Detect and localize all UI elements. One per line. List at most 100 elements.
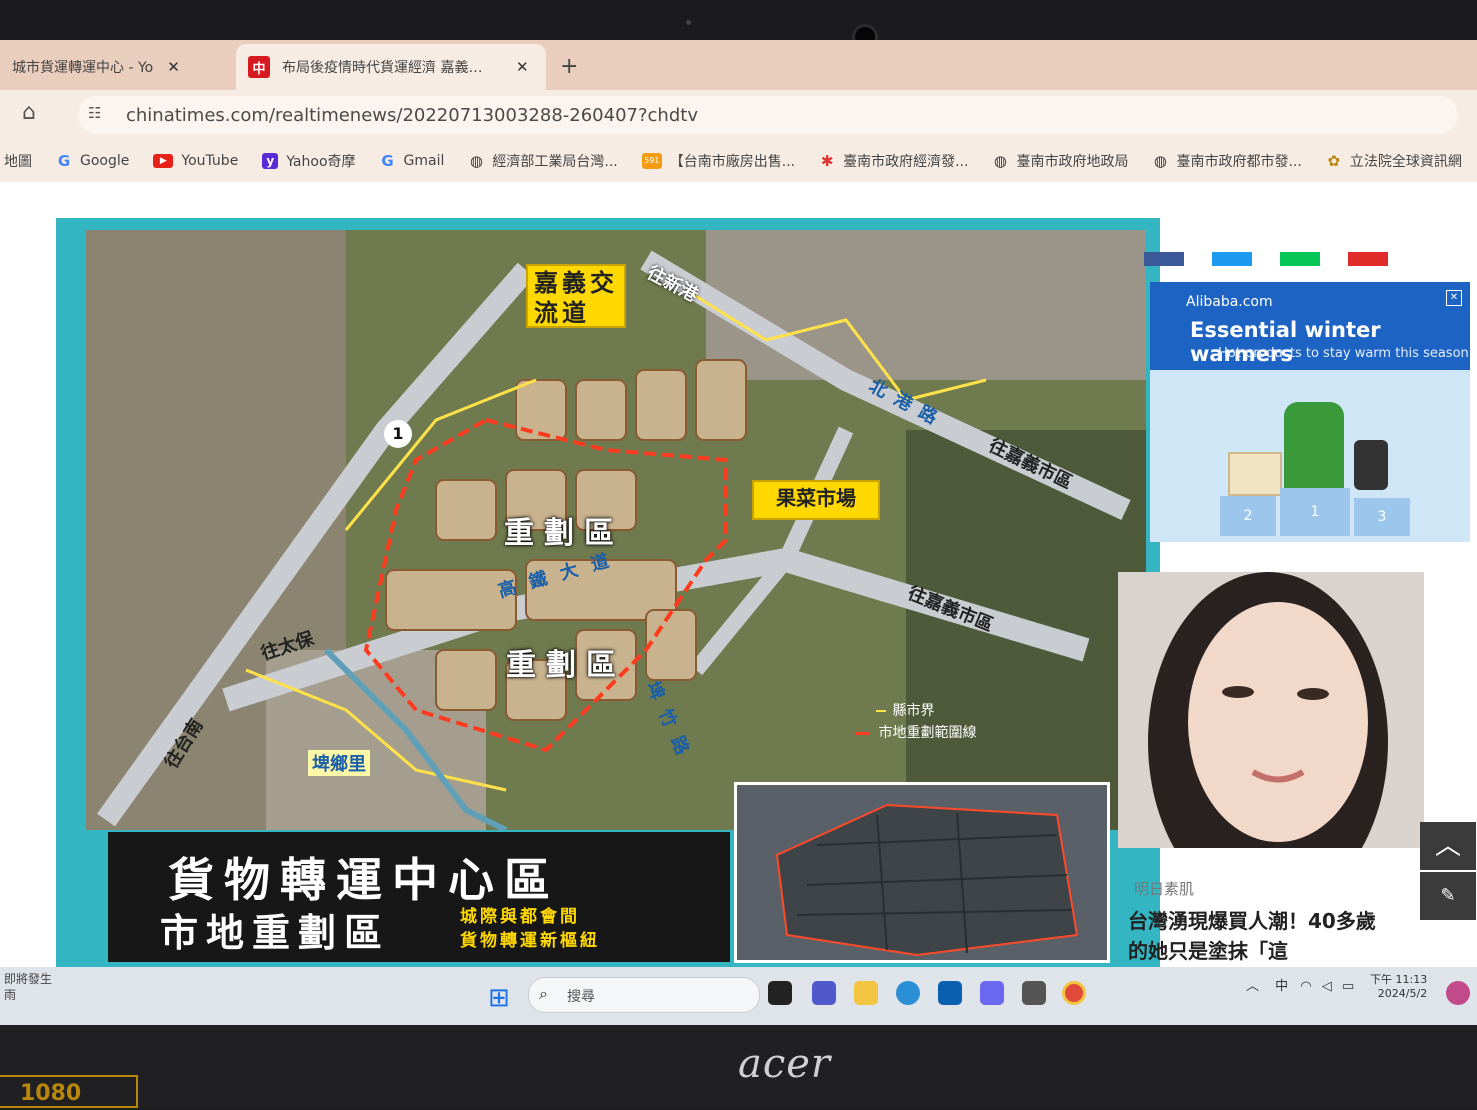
twitter-share-icon[interactable] [1212, 252, 1252, 266]
ad-subtitle: Hot products to stay warm this season [1218, 346, 1469, 361]
windows-taskbar: 即將發生 雨 ⊞ ⌕ 搜尋 ︿ 中 ◠ ◁ ▭ 下午 11:13 2024/5/… [0, 967, 1477, 1025]
bookmark-item[interactable]: G Gmail [380, 153, 445, 169]
bookmark-label: 臺南市政府經濟發... [843, 154, 969, 170]
mail-share-icon[interactable] [1348, 252, 1388, 266]
bookmark-label: 地圖 [4, 154, 32, 170]
legend-swatch-county [876, 710, 886, 712]
ad-header: Alibaba.com Essential winter warmers Hot… [1150, 282, 1470, 370]
chinatimes-favicon-icon: 中 [248, 56, 270, 78]
tab-strip: 城市貨運轉運中心 - Yo ✕ 中 布局後疫情時代貨運經濟 嘉義… ✕ + [0, 40, 1477, 90]
article-page: 嘉義交流道 果菜市場 往新港 北港路 往嘉義市區 往嘉義市區 高鐵大道 往太保 … [0, 182, 1477, 978]
bookmark-label: Gmail [403, 153, 445, 169]
tainan-icon: ✱ [820, 152, 834, 170]
591-icon: 591 [641, 153, 662, 169]
tray-chevron-icon[interactable]: ︿ [1246, 979, 1259, 994]
market-label: 果菜市場 [752, 480, 880, 520]
legend-swatch-redevelopment [856, 731, 870, 735]
figure-subtitle: 市地重劃區 [160, 911, 391, 955]
volume-icon[interactable]: ◁ [1322, 979, 1332, 994]
bookmarks-bar: 地圖 G Google ▶ YouTube y Yahoo奇摩 G Gmail … [0, 140, 1477, 182]
bookmark-item[interactable]: 591 【台南市廠房出售... [641, 151, 795, 171]
system-tray[interactable]: ︿ 中 ◠ ◁ ▭ [1246, 975, 1354, 994]
file-explorer-icon[interactable] [854, 981, 878, 1005]
bookmark-item[interactable]: ◍ 經濟部工業局台灣... [468, 151, 618, 171]
bookmark-item[interactable]: ✿ 立法院全球資訊網 [1326, 151, 1462, 171]
bookmark-label: Google [80, 153, 130, 169]
zone-label: 重劃區 [504, 516, 624, 551]
home-icon[interactable]: ⌂ [22, 100, 36, 125]
tab-active[interactable]: 中 布局後疫情時代貨運經濟 嘉義… ✕ [236, 44, 546, 90]
heater-icon [1228, 452, 1282, 496]
weather-widget[interactable]: 即將發生 雨 [4, 971, 52, 1003]
bookmark-item[interactable]: ◍ 臺南市政府地政局 [992, 151, 1129, 171]
bookmark-item[interactable]: ✱ 臺南市政府經濟發... [819, 151, 969, 171]
bookmark-item[interactable]: 地圖 [4, 151, 32, 171]
browser-toolbar: ⌂ ☷ chinatimes.com/realtimenews/20220713… [0, 90, 1477, 140]
app-icon[interactable] [1022, 981, 1046, 1005]
bookmark-item[interactable]: ◍ 臺南市政府都市發... [1152, 151, 1302, 171]
search-icon: ⌕ [539, 984, 548, 1003]
google-icon: G [57, 152, 71, 170]
portrait-graphic [1118, 572, 1424, 848]
wifi-icon[interactable]: ◠ [1300, 979, 1311, 994]
aerial-graphic [737, 785, 1107, 960]
address-bar[interactable]: ☷ chinatimes.com/realtimenews/2022071300… [78, 96, 1458, 134]
village-label: 埤鄉里 [308, 750, 370, 776]
task-view-icon[interactable] [768, 981, 792, 1005]
new-tab-button[interactable]: + [560, 54, 578, 79]
close-icon[interactable]: ✕ [167, 58, 180, 76]
alibaba-ad[interactable]: Alibaba.com Essential winter warmers Hot… [1150, 282, 1470, 542]
tab-inactive[interactable]: 城市貨運轉運中心 - Yo ✕ [0, 44, 230, 90]
boots-icon [1354, 440, 1388, 490]
bookmark-label: Yahoo奇摩 [286, 154, 356, 170]
chrome-icon[interactable] [1062, 981, 1086, 1005]
scroll-to-top-button[interactable]: ︿ [1420, 822, 1476, 870]
copilot-icon[interactable] [1446, 981, 1470, 1005]
weather-line: 即將發生 [4, 972, 53, 986]
legislature-icon: ✿ [1327, 152, 1341, 170]
redevelopment-map: 嘉義交流道 果菜市場 往新港 北港路 往嘉義市區 往嘉義市區 高鐵大道 往太保 … [86, 230, 1146, 830]
bookmark-label: YouTube [181, 153, 239, 169]
teams-icon[interactable] [812, 981, 836, 1005]
news-thumbnail[interactable] [1118, 572, 1424, 848]
sweater-icon [1284, 402, 1344, 492]
bookmark-item[interactable]: y Yahoo奇摩 [262, 151, 356, 171]
legend-county-line: 縣市界 [876, 700, 934, 720]
battery-icon[interactable]: ▭ [1342, 979, 1354, 994]
podium-third: 3 [1354, 498, 1410, 536]
yahoo-icon: y [262, 153, 279, 169]
globe-icon: ◍ [993, 152, 1008, 170]
bookmark-label: 立法院全球資訊網 [1349, 154, 1462, 170]
bookmark-item[interactable]: ▶ YouTube [153, 153, 238, 169]
store-icon[interactable] [938, 981, 962, 1005]
url-text[interactable]: chinatimes.com/realtimenews/202207130032… [126, 105, 698, 126]
legend-label: 縣市界 [892, 703, 935, 719]
windows-start-icon[interactable]: ⊞ [488, 983, 510, 1013]
ime-indicator[interactable]: 中 [1275, 979, 1288, 994]
globe-icon: ◍ [1153, 152, 1168, 170]
figure-title-banner: 貨物轉運中心區 市地重劃區 城際與都會間 貨物轉運新樞紐 [108, 832, 730, 962]
taskbar-clock[interactable]: 下午 11:13 2024/5/2 [1370, 973, 1427, 1001]
edge-icon[interactable] [896, 981, 920, 1005]
feedback-icon[interactable]: ✎ [1420, 872, 1476, 920]
figure-title: 貨物轉運中心區 [168, 853, 560, 907]
figure-tagline: 貨物轉運新樞紐 [460, 931, 600, 951]
news-headline-link[interactable]: 台灣湧現爆買人潮！40多歲的她只是塗抹「這 [1128, 906, 1388, 966]
share-buttons [1144, 252, 1464, 274]
highway-marker-icon: 1 [384, 420, 412, 448]
globe-icon: ◍ [469, 152, 483, 170]
figure-tagline: 城際與都會間 [460, 907, 580, 927]
taskbar-search-input[interactable]: ⌕ 搜尋 [528, 977, 760, 1013]
ad-brand: Alibaba.com [1186, 294, 1273, 310]
bookmark-item[interactable]: G Google [56, 152, 130, 170]
podium-second: 2 [1220, 496, 1276, 536]
ad-close-icon[interactable]: ✕ [1446, 290, 1462, 306]
site-info-icon[interactable]: ☷ [88, 104, 101, 122]
line-share-icon[interactable] [1280, 252, 1320, 266]
screen: 城市貨運轉運中心 - Yo ✕ 中 布局後疫情時代貨運經濟 嘉義… ✕ + ⌂ … [0, 40, 1477, 1025]
snipping-tool-icon[interactable] [980, 981, 1004, 1005]
legend-label: 市地重劃範圍線 [878, 725, 977, 741]
clock-date: 2024/5/2 [1377, 987, 1428, 1000]
facebook-share-icon[interactable] [1144, 252, 1184, 266]
close-icon[interactable]: ✕ [516, 58, 529, 76]
